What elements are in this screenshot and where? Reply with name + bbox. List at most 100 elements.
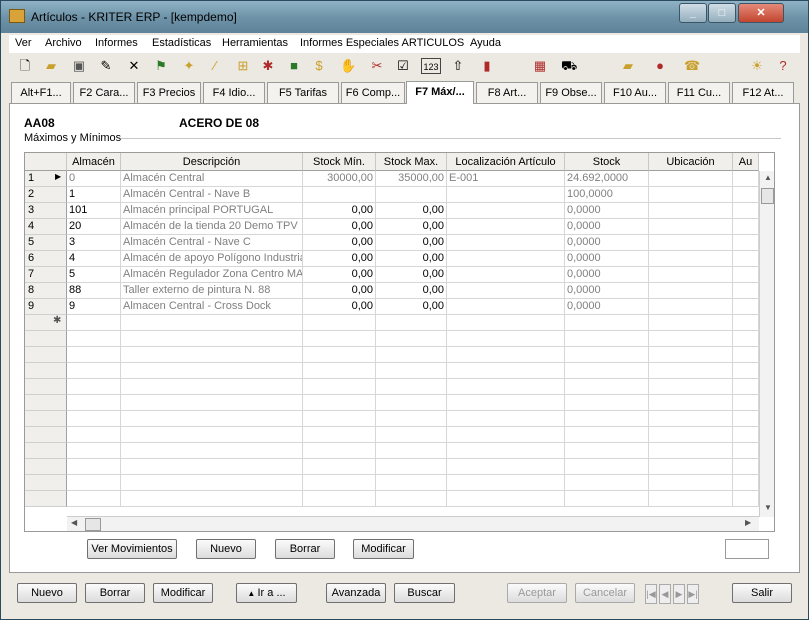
cell-min[interactable]: 30000,00 — [303, 171, 376, 187]
cell-stock[interactable]: 0,0000 — [565, 267, 649, 283]
cell-stock[interactable]: 0,0000 — [565, 203, 649, 219]
cell-loc[interactable] — [447, 299, 565, 315]
col-stock[interactable]: Stock — [565, 153, 649, 171]
prev-record-icon[interactable]: ◀ — [659, 584, 671, 604]
buscar-button[interactable]: Buscar — [394, 583, 455, 603]
cell-ubic[interactable] — [649, 171, 733, 187]
cell-desc[interactable]: Almacén Central - Nave B — [121, 187, 303, 203]
stock-grid[interactable]: Almacén Descripción Stock Mín. Stock Max… — [24, 152, 775, 532]
nuevo-button[interactable]: Nuevo — [17, 583, 77, 603]
tab-f12[interactable]: F12 At... — [732, 82, 794, 103]
cell-max[interactable] — [376, 315, 447, 331]
cell-au[interactable] — [733, 347, 759, 363]
cell-max[interactable] — [376, 347, 447, 363]
col-stock-min[interactable]: Stock Mín. — [303, 153, 376, 171]
horizontal-scroll-thumb[interactable] — [85, 518, 101, 531]
cell-desc[interactable]: Almacén de la tienda 20 Demo TPV — [121, 219, 303, 235]
cell-desc[interactable] — [121, 475, 303, 491]
row-selector[interactable]: 2 — [25, 187, 67, 203]
cell-desc[interactable] — [121, 491, 303, 507]
avanzada-button[interactable]: Avanzada — [326, 583, 386, 603]
next-record-icon[interactable]: ▶ — [673, 584, 685, 604]
cell-ubic[interactable] — [649, 395, 733, 411]
cell-almacen[interactable] — [67, 475, 121, 491]
cell-desc[interactable]: Almacén Central — [121, 171, 303, 187]
cell-max[interactable] — [376, 443, 447, 459]
cell-ubic[interactable] — [649, 443, 733, 459]
cell-ubic[interactable] — [649, 363, 733, 379]
user-icon[interactable]: ✦ — [181, 58, 197, 74]
cell-almacen[interactable] — [67, 443, 121, 459]
cell-max[interactable]: 0,00 — [376, 267, 447, 283]
cell-almacen[interactable] — [67, 363, 121, 379]
cell-desc[interactable]: Almacen Central - Cross Dock — [121, 299, 303, 315]
cell-loc[interactable] — [447, 251, 565, 267]
row-selector[interactable]: 9 — [25, 299, 67, 315]
cell-max[interactable] — [376, 379, 447, 395]
cell-loc[interactable] — [447, 491, 565, 507]
row-selector[interactable] — [25, 395, 67, 411]
cell-max[interactable]: 0,00 — [376, 219, 447, 235]
cell-almacen[interactable]: 3 — [67, 235, 121, 251]
cell-stock[interactable] — [565, 491, 649, 507]
save-icon[interactable]: ▣ — [71, 58, 87, 74]
delete-icon[interactable]: ✕ — [126, 58, 142, 74]
calculator-icon[interactable]: ▦ — [532, 58, 548, 74]
box-icon[interactable]: ■ — [286, 58, 302, 74]
tab-idiomas[interactable]: F4 Idio... — [203, 82, 265, 103]
cell-almacen[interactable]: 20 — [67, 219, 121, 235]
row-selector[interactable] — [25, 427, 67, 443]
cell-loc[interactable] — [447, 203, 565, 219]
hand-icon[interactable]: ✋ — [340, 58, 356, 74]
cell-stock[interactable] — [565, 475, 649, 491]
cell-loc[interactable] — [447, 411, 565, 427]
modificar-button[interactable]: Modificar — [153, 583, 213, 603]
cell-au[interactable] — [733, 427, 759, 443]
cell-min[interactable] — [303, 459, 376, 475]
cell-max[interactable] — [376, 459, 447, 475]
cell-desc[interactable] — [121, 315, 303, 331]
cancelar-button[interactable]: Cancelar — [575, 583, 635, 603]
cell-almacen[interactable] — [67, 379, 121, 395]
tab-precios[interactable]: F3 Precios — [137, 82, 201, 103]
cell-desc[interactable] — [121, 443, 303, 459]
dollar-icon[interactable]: $ — [311, 58, 327, 74]
cell-loc[interactable] — [447, 283, 565, 299]
cell-desc[interactable] — [121, 395, 303, 411]
tab-observaciones[interactable]: F9 Obse... — [540, 82, 602, 103]
horizontal-scrollbar[interactable]: ◀ ▶ — [67, 516, 759, 531]
cell-almacen[interactable]: 88 — [67, 283, 121, 299]
cell-au[interactable] — [733, 171, 759, 187]
cell-stock[interactable]: 0,0000 — [565, 299, 649, 315]
aceptar-button[interactable]: Aceptar — [507, 583, 567, 603]
cell-min[interactable]: 0,00 — [303, 299, 376, 315]
cell-loc[interactable] — [447, 315, 565, 331]
cell-min[interactable] — [303, 443, 376, 459]
borrar-button[interactable]: Borrar — [85, 583, 145, 603]
tab-f10[interactable]: F10 Au... — [604, 82, 666, 103]
star-icon[interactable]: ✱ — [260, 58, 276, 74]
cell-au[interactable] — [733, 235, 759, 251]
cell-loc[interactable]: E-001 — [447, 171, 565, 187]
cell-min[interactable]: 0,00 — [303, 251, 376, 267]
cell-stock[interactable]: 24.692,0000 — [565, 171, 649, 187]
cell-loc[interactable] — [447, 459, 565, 475]
cell-au[interactable] — [733, 187, 759, 203]
cell-loc[interactable] — [447, 395, 565, 411]
checklist-icon[interactable]: ☑ — [395, 58, 411, 74]
cell-min[interactable]: 0,00 — [303, 267, 376, 283]
cell-almacen[interactable] — [67, 331, 121, 347]
cell-loc[interactable] — [447, 267, 565, 283]
menu-ver[interactable]: Ver — [15, 37, 32, 49]
cell-stock[interactable] — [565, 347, 649, 363]
cell-almacen[interactable]: 4 — [67, 251, 121, 267]
cell-au[interactable] — [733, 475, 759, 491]
grid-modificar-button[interactable]: Modificar — [353, 539, 414, 559]
cell-min[interactable]: 0,00 — [303, 235, 376, 251]
tools-icon[interactable]: ✂ — [369, 58, 385, 74]
cell-max[interactable] — [376, 475, 447, 491]
row-selector[interactable] — [25, 459, 67, 475]
row-selector[interactable] — [25, 379, 67, 395]
row-selector[interactable]: 6 — [25, 251, 67, 267]
cell-min[interactable] — [303, 475, 376, 491]
